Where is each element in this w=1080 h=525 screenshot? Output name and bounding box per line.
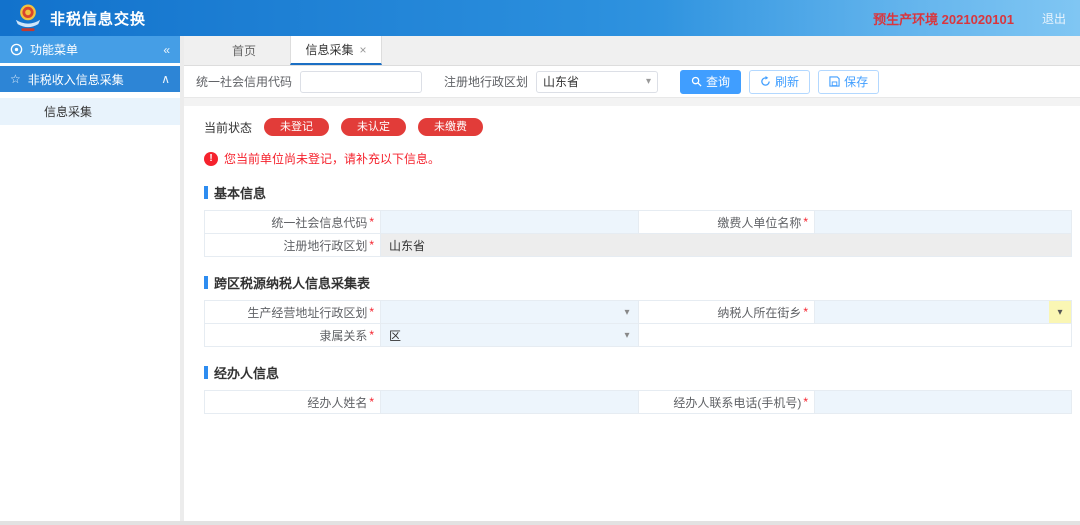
required-marker: * [369,305,374,319]
query-button-label: 查询 [706,75,731,89]
save-icon [829,76,840,87]
section-title-basic-info: 基本信息 [204,183,1072,202]
header: 非税信息交换 预生产环境 2021020101 退出 [0,0,1080,36]
section-accent-bar [204,366,208,379]
field-label-payer-name: 缴费人单位名称 * [639,211,815,234]
status-badge-unidentified: 未认定 [341,118,407,136]
refresh-icon [761,76,770,86]
taxpayer-street-select[interactable]: ▾ [815,301,1072,324]
tab-bar: 首页 信息采集 × [184,36,1080,66]
chevron-up-icon[interactable]: ∧ [161,72,170,86]
status-row: 当前状态 未登记 未认定 未缴费 [204,118,1072,136]
save-button[interactable]: 保存 [818,69,880,94]
tab-home[interactable]: 首页 [198,36,290,65]
registered-region-value: 山东省 [381,234,1072,257]
credit-code-search-label: 统一社会信用代码 [196,75,293,89]
required-marker: * [803,395,808,409]
region-search-label: 注册地行政区划 [444,75,529,89]
credit-code-field [381,211,639,234]
tab-info-collection-label: 信息采集 [305,43,354,57]
affiliation-select-value: 区 [389,328,402,343]
section-basic-title-label: 基本信息 [214,186,267,201]
section-agent-title-label: 经办人信息 [214,366,280,381]
required-marker: * [369,328,374,342]
refresh-button-label: 刷新 [775,75,800,89]
field-label-registered-region: 注册地行政区划 * [205,234,381,257]
cross-region-table: 生产经营地址行政区划 * ▾ 纳税人所在街乡 * ▾ 隶属关系 * 区 ▾ [204,300,1072,347]
gear-icon [10,43,23,56]
app-window: 非税信息交换 预生产环境 2021020101 退出 功能菜单 « ☆ 非税收入… [0,0,1080,525]
search-icon [691,76,702,87]
page-title: 非税信息交换 [50,10,147,28]
tax-emblem-logo [15,4,41,32]
payer-name-field [815,211,1072,234]
sidebar-menu-header: 功能菜单 « [0,36,180,63]
region-search-value: 山东省 [543,75,580,89]
agent-phone-field [815,391,1072,414]
agent-name-field-input[interactable] [381,391,638,413]
empty-cell [639,324,1072,347]
field-label-affiliation: 隶属关系 * [205,324,381,347]
sidebar: 功能菜单 « ☆ 非税收入信息采集 ∧ 信息采集 [0,36,184,521]
tab-info-collection[interactable]: 信息采集 × [290,36,382,65]
section-accent-bar [204,276,208,289]
section-accent-bar [204,186,208,199]
required-marker: * [369,395,374,409]
divider-bar [184,98,1080,106]
logout-button[interactable]: 退出 [1042,10,1066,27]
field-label-agent-name: 经办人姓名 * [205,391,381,414]
biz-region-select[interactable]: ▾ [381,301,639,324]
required-marker: * [803,305,808,319]
chevron-down-icon[interactable]: ▾ [616,324,638,346]
tab-home-label: 首页 [231,44,256,58]
region-search-select[interactable]: 山东省 ▾ [536,70,659,93]
section-title-cross-region: 跨区税源纳税人信息采集表 [204,273,1072,292]
sidebar-collapse-icon[interactable]: « [163,43,170,57]
status-badge-unregistered: 未登记 [264,118,330,136]
affiliation-select[interactable]: 区 ▾ [381,324,639,347]
credit-code-field-input[interactable] [381,211,638,233]
agent-phone-field-input[interactable] [815,391,1071,413]
field-label-taxpayer-street: 纳税人所在街乡 * [639,301,815,324]
search-bar: 统一社会信用代码 注册地行政区划 山东省 ▾ 查询 刷新 保存 [184,66,1080,98]
section-title-agent-info: 经办人信息 [204,363,1072,382]
sidebar-item-info-collection[interactable]: 信息采集 [0,98,180,125]
sidebar-menu-header-label: 功能菜单 [30,43,79,57]
main-area: 首页 信息采集 × 统一社会信用代码 注册地行政区划 山东省 ▾ 查询 刷新 保… [184,36,1080,521]
warning-message: ! 您当前单位尚未登记，请补充以下信息。 [204,150,1072,167]
basic-info-table: 统一社会信息代码 * 缴费人单位名称 * 注册地行政区划 * 山东省 [204,210,1072,257]
status-badge-unpaid: 未缴费 [418,118,484,136]
status-label: 当前状态 [204,120,253,135]
tab-close-icon[interactable]: × [360,43,367,57]
field-label-credit-code: 统一社会信息代码 * [205,211,381,234]
field-label-biz-region: 生产经营地址行政区划 * [205,301,381,324]
section-cross-title-label: 跨区税源纳税人信息采集表 [214,276,371,291]
field-label-agent-phone: 经办人联系电话(手机号) * [639,391,815,414]
query-button[interactable]: 查询 [680,69,742,94]
form-content: 当前状态 未登记 未认定 未缴费 ! 您当前单位尚未登记，请补充以下信息。 基本… [184,106,1080,521]
chevron-down-icon[interactable]: ▾ [1049,301,1071,323]
sidebar-group-nontax-collection[interactable]: ☆ 非税收入信息采集 ∧ [0,66,180,92]
chevron-down-icon: ▾ [646,76,652,87]
sidebar-item-label: 信息采集 [44,105,93,119]
warning-text: 您当前单位尚未登记，请补充以下信息。 [224,152,441,166]
warning-icon: ! [204,151,218,166]
chevron-down-icon[interactable]: ▾ [616,301,638,323]
agent-info-table: 经办人姓名 * 经办人联系电话(手机号) * [204,390,1072,414]
required-marker: * [369,238,374,252]
refresh-button[interactable]: 刷新 [749,69,811,94]
sidebar-group-label: 非税收入信息采集 [27,72,124,87]
environment-label: 预生产环境 2021020101 [873,11,1014,27]
agent-name-field [381,391,639,414]
required-marker: * [369,215,374,229]
star-icon: ☆ [10,72,21,86]
required-marker: * [803,215,808,229]
credit-code-search-input[interactable] [300,70,423,93]
save-button-label: 保存 [844,75,869,89]
payer-name-field-input[interactable] [815,211,1071,233]
